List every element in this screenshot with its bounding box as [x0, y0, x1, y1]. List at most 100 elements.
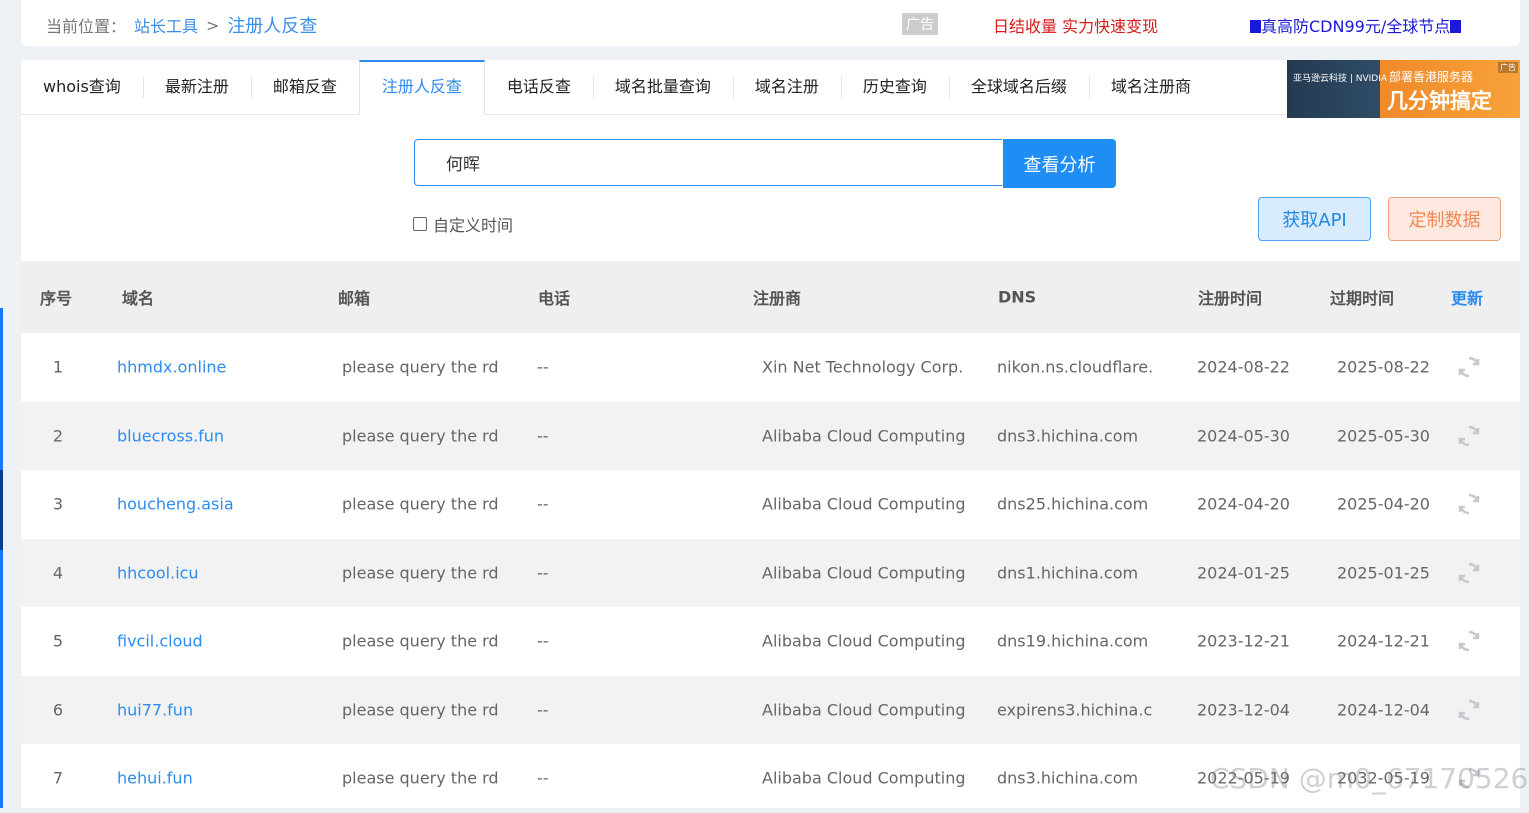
domain-link[interactable]: bluecross.fun — [117, 426, 224, 445]
ad-square-right — [1450, 20, 1462, 33]
row-dns: dns1.hichina.com — [997, 563, 1139, 583]
domain-link[interactable]: hui77.fun — [117, 700, 193, 719]
header-email: 邮箱 — [338, 289, 371, 308]
tab-phone-lookup[interactable]: 电话反查 — [485, 60, 593, 113]
table-row: 1 hhmdx.online please query the rd -- Xi… — [21, 333, 1520, 402]
row-reg-time: 2024-04-20 — [1197, 494, 1290, 514]
row-phone: -- — [537, 494, 549, 514]
banner-small-text: 部署香港服务器 — [1389, 70, 1474, 84]
row-no: 4 — [52, 563, 64, 583]
row-exp-time: 2025-05-30 — [1337, 426, 1430, 446]
row-email: please query the rd — [342, 700, 499, 720]
row-no: 6 — [52, 700, 64, 720]
row-exp-time: 2025-04-20 — [1337, 494, 1430, 514]
custom-time-option[interactable]: 自定义时间 — [413, 212, 513, 236]
breadcrumb-parent-link[interactable]: 站长工具 — [134, 13, 198, 37]
refresh-icon[interactable] — [1457, 561, 1481, 585]
header-reg-time: 注册时间 — [1198, 289, 1263, 308]
row-dns: dns19.hichina.com — [997, 631, 1149, 651]
header-update-link[interactable]: 更新 — [1451, 285, 1483, 309]
row-registrar: Alibaba Cloud Computing — [762, 426, 966, 446]
row-registrar: Alibaba Cloud Computing — [762, 700, 966, 720]
row-phone: -- — [537, 768, 549, 788]
row-registrar: Xin Net Technology Corp. — [762, 357, 964, 377]
tab-whois[interactable]: whois查询 — [21, 60, 143, 113]
row-no: 5 — [52, 631, 64, 651]
row-registrar: Alibaba Cloud Computing — [762, 563, 966, 583]
header-domain: 域名 — [122, 289, 155, 308]
table-header: 序号 域名 邮箱 电话 注册商 DNS 注册时间 过期时间 更新 — [21, 261, 1520, 333]
tab-email-lookup[interactable]: 邮箱反查 — [250, 60, 359, 113]
domain-link[interactable]: fivcil.cloud — [117, 632, 203, 651]
ad-link-blue[interactable]: 真高防CDN99元/全球节点 — [1250, 13, 1462, 37]
custom-time-checkbox[interactable] — [413, 217, 427, 231]
banner-big-text: 几分钟搞定 — [1387, 89, 1492, 113]
refresh-icon[interactable] — [1457, 766, 1481, 790]
ad-square-left — [1250, 20, 1261, 33]
row-registrar: Alibaba Cloud Computing — [762, 631, 966, 651]
table-row: 5 fivcil.cloud please query the rd -- Al… — [21, 607, 1520, 676]
row-phone: -- — [537, 700, 549, 720]
row-email: please query the rd — [342, 631, 499, 651]
tab-domain-registration[interactable]: 域名注册 — [732, 60, 841, 113]
row-dns: nikon.ns.cloudflare. — [997, 357, 1154, 377]
row-email: please query the rd — [342, 563, 499, 583]
row-email: please query the rd — [342, 426, 499, 446]
row-dns: expirens3.hichina.c — [997, 700, 1153, 720]
domain-link[interactable]: hehui.fun — [117, 769, 193, 788]
breadcrumb-current[interactable]: 注册人反查 — [227, 12, 317, 38]
search-input[interactable] — [414, 139, 1002, 186]
row-reg-time: 2022-05-19 — [1197, 768, 1290, 788]
tab-registrant-lookup[interactable]: 注册人反查 — [358, 60, 485, 115]
row-exp-time: 2024-12-21 — [1337, 631, 1430, 651]
row-exp-time: 2024-12-04 — [1337, 700, 1430, 720]
ad-blue-text: 真高防CDN99元/全球节点 — [1261, 17, 1451, 36]
row-reg-time: 2024-01-25 — [1197, 563, 1290, 583]
header-dns: DNS — [998, 287, 1037, 307]
row-email: please query the rd — [342, 357, 499, 377]
header-no: 序号 — [40, 289, 73, 308]
table-row: 3 houcheng.asia please query the rd -- A… — [21, 470, 1520, 539]
refresh-icon[interactable] — [1457, 629, 1481, 653]
row-no: 1 — [52, 357, 64, 377]
domain-link[interactable]: hhcool.icu — [117, 563, 199, 582]
tab-latest-registration[interactable]: 最新注册 — [142, 60, 251, 113]
tab-history-query[interactable]: 历史查询 — [840, 60, 949, 113]
tab-batch-query[interactable]: 域名批量查询 — [592, 60, 733, 113]
row-reg-time: 2024-08-22 — [1197, 357, 1290, 377]
table-row: 7 hehui.fun please query the rd -- Aliba… — [21, 744, 1520, 813]
analyze-button[interactable]: 查看分析 — [1003, 139, 1116, 188]
header-phone: 电话 — [538, 289, 571, 308]
breadcrumb-prefix: 当前位置： — [46, 17, 127, 36]
refresh-icon[interactable] — [1457, 424, 1481, 448]
row-email: please query the rd — [342, 768, 499, 788]
row-reg-time: 2023-12-21 — [1197, 631, 1290, 651]
ad-link-red[interactable]: 日结收量 实力快速变现 — [993, 13, 1158, 37]
breadcrumb-bar: 当前位置： 站长工具 > 注册人反查 广告 日结收量 实力快速变现 真高防CDN… — [21, 0, 1520, 46]
refresh-icon[interactable] — [1457, 492, 1481, 516]
domain-link[interactable]: houcheng.asia — [117, 495, 234, 514]
row-dns: dns25.hichina.com — [997, 494, 1149, 514]
row-email: please query the rd — [342, 494, 499, 514]
get-api-button[interactable]: 获取API — [1258, 197, 1371, 241]
tab-global-suffixes[interactable]: 全球域名后缀 — [948, 60, 1089, 113]
refresh-icon[interactable] — [1457, 698, 1481, 722]
breadcrumb-separator: > — [206, 15, 220, 35]
row-registrar: Alibaba Cloud Computing — [762, 494, 966, 514]
row-dns: dns3.hichina.com — [997, 426, 1139, 446]
main-panel: whois查询 最新注册 邮箱反查 注册人反查 电话反查 域名批量查询 域名注册… — [21, 60, 1520, 808]
row-no: 2 — [52, 426, 64, 446]
ad-tag: 广告 — [902, 13, 938, 35]
row-no: 7 — [52, 768, 64, 788]
ad-banner[interactable]: 亚马逊云科技 | NVIDIA 部署香港服务器 几分钟搞定 广告 — [1287, 60, 1520, 118]
banner-brand-text: 亚马逊云科技 | NVIDIA — [1293, 74, 1388, 84]
row-exp-time: 2025-01-25 — [1337, 563, 1430, 583]
domain-link[interactable]: hhmdx.online — [117, 358, 226, 377]
custom-data-button[interactable]: 定制数据 — [1388, 197, 1501, 241]
row-phone: -- — [537, 563, 549, 583]
tab-registrars[interactable]: 域名注册商 — [1088, 60, 1213, 113]
left-edge-accent-dark — [0, 470, 3, 550]
row-exp-time: 2032-05-19 — [1337, 768, 1430, 788]
row-reg-time: 2024-05-30 — [1197, 426, 1290, 446]
refresh-icon[interactable] — [1457, 355, 1481, 379]
